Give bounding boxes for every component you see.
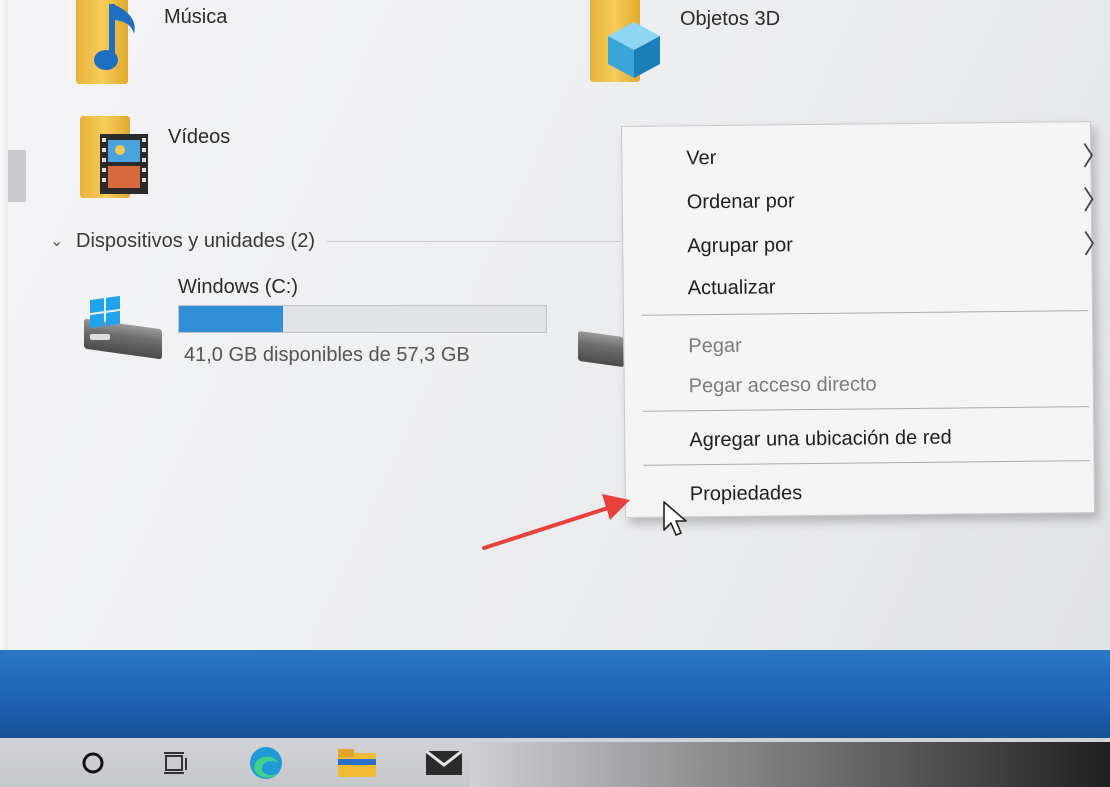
group-title: Dispositivos y unidades (2) xyxy=(76,229,315,252)
mouse-cursor-icon xyxy=(663,501,687,536)
menu-item-label: Pegar acceso directo xyxy=(688,372,877,397)
task-view-icon[interactable] xyxy=(160,746,190,780)
file-explorer-icon[interactable] xyxy=(334,746,380,780)
menu-item-label: Ordenar por xyxy=(686,189,795,213)
group-divider xyxy=(327,240,620,242)
menu-item-label: Agregar una ubicación de red xyxy=(689,426,952,451)
drive-usage-bar xyxy=(178,305,547,333)
menu-item-agrupar-por[interactable]: Agrupar por 〉 xyxy=(623,222,1109,267)
devices-group-header[interactable]: ⌄ Dispositivos y unidades (2) xyxy=(50,226,620,256)
folder-label: Música xyxy=(164,6,228,28)
screen: Música Objetos 3D Vídeos ⌄ Dispositivos … xyxy=(0,0,1110,787)
submenu-arrow-icon: 〉 xyxy=(1082,185,1109,216)
search-circle-icon[interactable] xyxy=(78,746,108,780)
folder-label: Objetos 3D xyxy=(680,8,781,30)
menu-item-label: Pegar xyxy=(688,334,742,357)
menu-item-agregar-ubicacion-red[interactable]: Agregar una ubicación de red xyxy=(625,416,1095,461)
mail-icon[interactable] xyxy=(422,746,466,780)
annotation-arrow-icon xyxy=(482,494,630,550)
menu-item-ver[interactable]: Ver 〉 xyxy=(622,134,1108,179)
context-menu: Ver 〉 Ordenar por 〉 Agrupar por 〉 Actual… xyxy=(621,121,1109,518)
menu-item-label: Propiedades xyxy=(689,481,803,505)
chevron-down-icon[interactable]: ⌄ xyxy=(50,231,76,251)
desktop-background-band xyxy=(0,650,1110,742)
windows-drive-icon xyxy=(80,295,164,360)
menu-separator xyxy=(641,310,1088,316)
taskbar-right-area xyxy=(470,742,1110,787)
navigation-pane-edge[interactable] xyxy=(8,150,26,202)
submenu-arrow-icon: 〉 xyxy=(1083,229,1110,260)
menu-item-label: Agrupar por xyxy=(687,233,793,257)
edge-icon[interactable] xyxy=(244,746,288,780)
menu-item-pegar[interactable]: Pegar xyxy=(624,322,1094,367)
menu-item-actualizar[interactable]: Actualizar xyxy=(623,264,1093,309)
drive-usage-fill xyxy=(179,306,284,332)
menu-item-ordenar-por[interactable]: Ordenar por 〉 xyxy=(623,178,1109,223)
menu-item-label: Ver xyxy=(686,146,717,169)
second-drive-icon[interactable] xyxy=(574,308,624,368)
drive-free-space: 41,0 GB disponibles de 57,3 GB xyxy=(184,344,470,366)
drive-name: Windows (C:) xyxy=(178,276,299,298)
menu-item-propiedades[interactable]: Propiedades xyxy=(626,470,1096,515)
menu-separator xyxy=(643,460,1090,466)
menu-separator xyxy=(642,406,1089,412)
submenu-arrow-icon: 〉 xyxy=(1082,141,1109,172)
videos-folder-icon xyxy=(80,116,148,198)
folder-label: Vídeos xyxy=(168,126,231,148)
3d-objects-folder-icon xyxy=(590,0,660,82)
menu-item-pegar-acceso-directo[interactable]: Pegar acceso directo xyxy=(625,362,1095,407)
music-folder-icon xyxy=(76,0,135,84)
menu-item-label: Actualizar xyxy=(687,275,776,299)
